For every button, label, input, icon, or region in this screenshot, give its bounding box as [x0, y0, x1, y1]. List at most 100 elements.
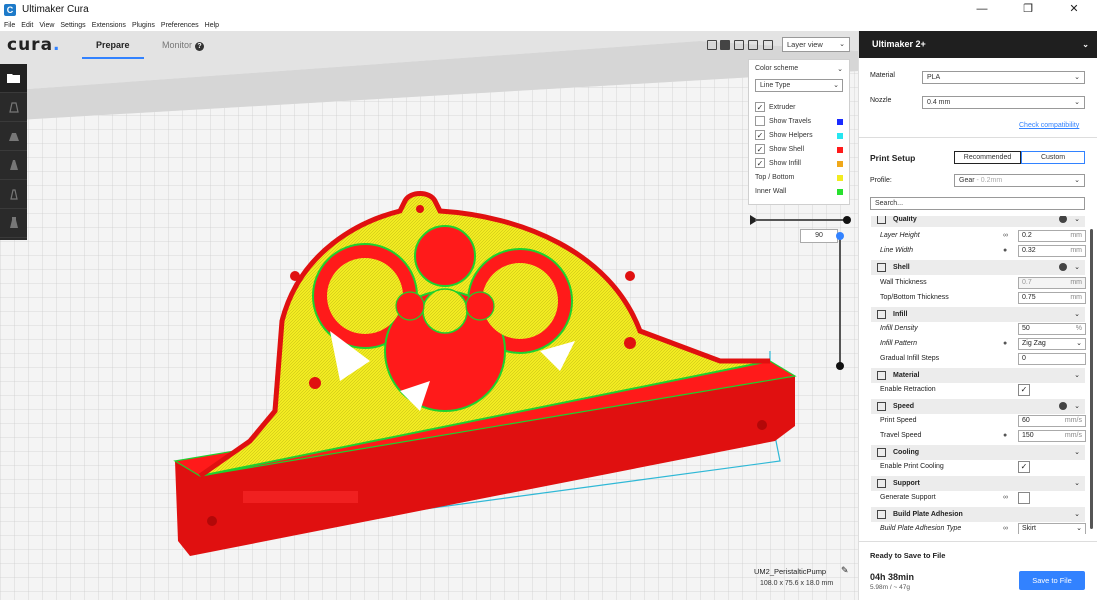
custom-mode-button[interactable]: Custom	[1021, 151, 1085, 164]
menu-view[interactable]: View	[39, 22, 54, 29]
wall-thickness-input[interactable]: 0.7 mm	[1018, 277, 1086, 289]
machine-selector[interactable]: Ultimaker 2+ ⌄	[859, 31, 1097, 58]
layer-slider[interactable]	[839, 236, 841, 366]
tab-prepare[interactable]: Prepare	[96, 40, 130, 50]
layer-viewport[interactable]: cura. Prepare Monitor?	[0, 31, 858, 600]
save-to-file-button[interactable]: Save to File	[1019, 571, 1085, 590]
color-scheme-panel: Color scheme ⌄ Line Type ⌄ ✓ Extruder Show …	[748, 59, 850, 205]
enable-retraction-checkbox[interactable]: ✓	[1018, 384, 1030, 396]
toggle-show-shell[interactable]: ✓ Show Shell	[755, 144, 845, 156]
print-speed-input[interactable]: 60 mm/s	[1018, 415, 1086, 427]
recommended-mode-button[interactable]: Recommended	[954, 151, 1021, 164]
menu-preferences[interactable]: Preferences	[161, 22, 199, 29]
chevron-down-icon: ⌄	[1074, 311, 1080, 318]
profile-dropdown[interactable]: Gear - 0.2mm ⌄	[954, 174, 1085, 187]
rotate-tool[interactable]	[0, 151, 27, 180]
chevron-down-icon: ⌄	[1076, 525, 1082, 532]
path-slider-handle[interactable]	[843, 216, 851, 224]
nozzle-dropdown[interactable]: 0.4 mm ⌄	[922, 96, 1085, 109]
close-button[interactable]: ✕	[1051, 0, 1097, 19]
generate-support-checkbox[interactable]	[1018, 492, 1030, 504]
category-quality[interactable]: Quality ⌄	[871, 216, 1085, 227]
layer-number-input[interactable]: 90	[800, 229, 838, 243]
view-right-icon[interactable]	[763, 40, 773, 50]
shell-color-swatch	[837, 147, 843, 153]
checkbox[interactable]: ✓	[755, 158, 765, 169]
maximize-button[interactable]: ❐	[1005, 0, 1051, 19]
info-icon[interactable]: ?	[195, 42, 205, 51]
toggle-show-helpers[interactable]: ✓ Show Helpers	[755, 130, 845, 142]
adhesion-type-dropdown[interactable]: Skirt ⌄	[1018, 523, 1086, 534]
toggle-show-infill[interactable]: ✓ Show Infill	[755, 158, 845, 170]
menu-plugins[interactable]: Plugins	[132, 22, 155, 29]
open-file-tool[interactable]	[0, 64, 27, 93]
menu-edit[interactable]: Edit	[21, 22, 33, 29]
view-top-icon[interactable]	[734, 40, 744, 50]
travel-speed-input[interactable]: 150 mm/s	[1018, 430, 1086, 442]
category-support[interactable]: Support ⌄	[871, 476, 1085, 491]
topbottom-thickness-input[interactable]: 0.75 mm	[1018, 292, 1086, 304]
checkbox[interactable]: ✓	[755, 130, 765, 141]
category-shell[interactable]: Shell ⌄	[871, 260, 1085, 275]
setting-layer-height: Layer Height ∞ 0.2 mm	[880, 229, 1086, 243]
pencil-icon[interactable]: ✎	[841, 565, 849, 576]
category-cooling[interactable]: Cooling ⌄	[871, 445, 1085, 460]
menu-settings[interactable]: Settings	[60, 22, 85, 29]
info-icon	[1059, 402, 1067, 410]
settings-search-input[interactable]: Search...	[870, 197, 1085, 210]
setting-infill-density: Infill Density 50%	[880, 322, 1086, 336]
material-dropdown[interactable]: PLA ⌄	[922, 71, 1085, 84]
layer-slider-upper-handle[interactable]	[836, 232, 844, 240]
gradual-infill-input[interactable]: 0	[1018, 353, 1086, 365]
infill-density-input[interactable]: 50%	[1018, 323, 1086, 335]
category-material[interactable]: Material ⌄	[871, 368, 1085, 383]
info-icon: ●	[1003, 432, 1008, 439]
view-front-icon[interactable]	[720, 40, 730, 50]
settings-scrollbar[interactable]	[1090, 229, 1093, 529]
line-width-input[interactable]: 0.32 mm	[1018, 245, 1086, 257]
checkbox[interactable]	[755, 116, 765, 127]
checkbox[interactable]: ✓	[755, 144, 765, 155]
mirror-tool[interactable]	[0, 180, 27, 209]
category-adhesion[interactable]: Build Plate Adhesion ⌄	[871, 507, 1085, 522]
checkbox[interactable]: ✓	[755, 102, 765, 113]
object-name: UM2_PeristalticPump	[754, 567, 827, 576]
minimize-button[interactable]: —	[959, 0, 1005, 19]
scale-icon	[8, 133, 19, 141]
view-3d-icon[interactable]	[707, 40, 717, 50]
link-icon: ∞	[1003, 494, 1008, 501]
menu-file[interactable]: File	[4, 22, 15, 29]
enable-cooling-checkbox[interactable]: ✓	[1018, 461, 1030, 473]
color-scheme-dropdown[interactable]: Line Type ⌄	[755, 79, 843, 92]
scale-tool[interactable]	[0, 122, 27, 151]
infill-pattern-dropdown[interactable]: Zig Zag ⌄	[1018, 338, 1086, 350]
setting-print-speed: Print Speed 60 mm/s	[880, 414, 1086, 428]
speed-icon	[877, 402, 886, 411]
toggle-extruder[interactable]: ✓ Extruder	[755, 102, 845, 114]
divider	[859, 137, 1097, 138]
per-model-settings-tool[interactable]	[0, 209, 27, 238]
view-left-icon[interactable]	[748, 40, 758, 50]
layer-path-slider[interactable]	[755, 219, 847, 221]
ready-status: Ready to Save to File	[870, 551, 946, 560]
menu-extensions[interactable]: Extensions	[92, 22, 126, 29]
output-panel: Ready to Save to File 04h 38min 5.98m / …	[859, 541, 1097, 600]
window-titlebar: C Ultimaker Cura — ❐ ✕	[0, 0, 1097, 19]
move-icon	[8, 102, 19, 113]
layer-slider-lower-handle[interactable]	[836, 362, 844, 370]
toggle-show-travels[interactable]: Show Travels	[755, 116, 845, 128]
view-mode-dropdown[interactable]: Layer view ⌄	[782, 37, 850, 52]
menu-help[interactable]: Help	[205, 22, 219, 29]
color-scheme-title[interactable]: Color scheme ⌄	[755, 65, 843, 73]
link-icon: ∞	[1003, 525, 1008, 532]
check-compatibility-link[interactable]: Check compatibility	[1019, 122, 1079, 129]
category-infill[interactable]: Infill ⌄	[871, 307, 1085, 322]
tab-monitor[interactable]: Monitor?	[162, 40, 205, 51]
chevron-down-icon: ⌄	[1074, 264, 1080, 271]
move-tool[interactable]	[0, 93, 27, 122]
nozzle-label: Nozzle	[870, 97, 892, 104]
category-speed[interactable]: Speed ⌄	[871, 399, 1085, 414]
layer-height-input[interactable]: 0.2 mm	[1018, 230, 1086, 242]
rotate-icon	[9, 160, 18, 170]
setting-wall-thickness: Wall Thickness 0.7 mm	[880, 276, 1086, 290]
